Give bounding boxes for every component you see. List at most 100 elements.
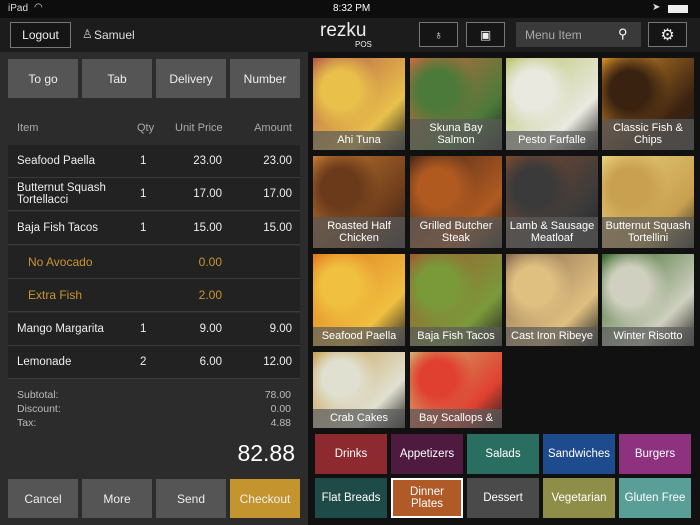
wifi-icon: ◠ [34, 2, 43, 13]
category-vegetarian[interactable]: Vegetarian [543, 478, 615, 518]
menu-item-tile[interactable]: Bay Scallops & [410, 352, 502, 428]
menu-item-label: Bay Scallops & [410, 409, 502, 428]
order-item-unit: 15.00 [193, 222, 222, 234]
menu-item-tile[interactable]: Baja Fish Tacos [410, 254, 502, 346]
menu-item-tile[interactable]: Ahi Tuna [313, 58, 405, 150]
logo-sub: POS [355, 40, 372, 49]
order-row[interactable]: Mango Margarita 1 9.00 9.00 [8, 313, 300, 346]
search-input[interactable]: Menu Item ⚲ [516, 22, 641, 47]
category-gluten-free[interactable]: Gluten Free [619, 478, 691, 518]
clock: 8:32 PM [333, 3, 371, 14]
category-sandwiches[interactable]: Sandwiches [543, 434, 615, 474]
customer-button[interactable]: ♁ [419, 22, 458, 47]
search-placeholder: Menu Item [525, 28, 582, 42]
menu-item-tile[interactable]: Roasted Half Chicken [313, 156, 405, 248]
order-item-name: Mango Margarita [17, 323, 104, 335]
menu-item-label: Crab Cakes [313, 409, 405, 428]
menu-item-label: Skuna Bay Salmon [410, 119, 502, 150]
register-button[interactable]: ▣ [466, 22, 505, 47]
order-item-amount: 23.00 [263, 155, 292, 167]
menu-item-label: Roasted Half Chicken [313, 217, 405, 248]
gear-icon: ⚙ [660, 26, 675, 44]
menu-item-tile[interactable]: Seafood Paella [313, 254, 405, 346]
subtotal-label: Subtotal: [17, 389, 59, 401]
order-row[interactable]: Extra Fish 2.00 [8, 279, 300, 312]
tax-value: 4.88 [270, 417, 291, 429]
order-item-amount: 12.00 [263, 356, 292, 368]
category-burgers[interactable]: Burgers [619, 434, 691, 474]
order-item-name: Seafood Paella [17, 155, 96, 167]
search-icon[interactable]: ⚲ [618, 26, 628, 42]
menu-item-label: Lamb & Sausage Meatloaf [506, 217, 598, 248]
menu-item-label: Butternut Squash Tortellini [602, 217, 694, 248]
checkout-button[interactable]: Checkout [230, 479, 300, 518]
logout-button[interactable]: Logout [10, 22, 71, 48]
number-button[interactable]: Number [230, 59, 300, 98]
order-item-qty: 1 [140, 188, 147, 200]
order-item-unit: 17.00 [193, 188, 222, 200]
order-item-unit: 23.00 [193, 155, 222, 167]
menu-item-label: Seafood Paella [313, 327, 405, 346]
menu-item-label: Baja Fish Tacos [410, 327, 502, 346]
order-item-unit: 0.00 [198, 255, 222, 269]
tax-label: Tax: [17, 417, 37, 429]
menu-item-tile[interactable]: Lamb & Sausage Meatloaf [506, 156, 598, 248]
col-amount: Amount [254, 122, 292, 134]
order-item-qty: 1 [140, 222, 147, 234]
tab-button[interactable]: Tab [82, 59, 152, 98]
order-row[interactable]: Baja Fish Tacos 1 15.00 15.00 [8, 212, 300, 245]
send-button[interactable]: Send [156, 479, 226, 518]
category-drinks[interactable]: Drinks [315, 434, 387, 474]
menu-item-label: Winter Risotto [602, 327, 694, 346]
order-item-amount: 9.00 [269, 323, 292, 335]
total-value: 82.88 [237, 440, 295, 466]
menu-item-label: Ahi Tuna [313, 131, 405, 150]
register-icon: ▣ [479, 27, 492, 42]
cancel-button[interactable]: Cancel [8, 479, 78, 518]
order-item-amount: 15.00 [263, 222, 292, 234]
menu-item-tile[interactable]: Skuna Bay Salmon [410, 58, 502, 150]
order-item-qty: 1 [140, 323, 147, 335]
more-button[interactable]: More [82, 479, 152, 518]
menu-item-tile[interactable]: Butternut Squash Tortellini [602, 156, 694, 248]
menu-item-tile[interactable]: Grilled Butcher Steak [410, 156, 502, 248]
order-item-unit: 9.00 [199, 323, 222, 335]
order-item-name: Baja Fish Tacos [17, 222, 98, 234]
battery-icon [668, 5, 688, 13]
category-appetizers[interactable]: Appetizers [391, 434, 463, 474]
discount-value: 0.00 [270, 403, 291, 415]
order-item-name: No Avocado [28, 255, 93, 269]
menu-item-tile[interactable]: Classic Fish & Chips [602, 58, 694, 150]
device-label: iPad [8, 3, 29, 14]
category-flat-breads[interactable]: Flat Breads [315, 478, 387, 518]
col-qty: Qty [137, 122, 155, 134]
menu-item-label: Classic Fish & Chips [602, 119, 694, 150]
menu-item-tile[interactable]: Cast Iron Ribeye [506, 254, 598, 346]
menu-item-tile[interactable]: Pesto Farfalle [506, 58, 598, 150]
settings-button[interactable]: ⚙ [648, 22, 687, 47]
header: Logout ♙ Samuel rezku POS ♁ ▣ Menu Item … [0, 18, 700, 52]
order-panel: To go Tab Delivery Number Item Qty Unit … [0, 52, 308, 525]
location-icon: ➤ [652, 2, 661, 13]
delivery-button[interactable]: Delivery [156, 59, 226, 98]
order-item-qty: 2 [140, 356, 147, 368]
to-go-button[interactable]: To go [8, 59, 78, 98]
menu-item-tile[interactable]: Crab Cakes [313, 352, 405, 428]
order-item-qty: 1 [140, 155, 147, 167]
order-row[interactable]: Lemonade 2 6.00 12.00 [8, 346, 300, 379]
order-row[interactable]: No Avocado 0.00 [8, 246, 300, 279]
menu-item-label: Grilled Butcher Steak [410, 217, 502, 248]
menu-item-label: Pesto Farfalle [506, 131, 598, 150]
menu-item-tile[interactable]: Winter Risotto [602, 254, 694, 346]
category-salads[interactable]: Salads [467, 434, 539, 474]
order-item-name: Extra Fish [28, 288, 83, 302]
category-dessert[interactable]: Dessert [467, 478, 539, 518]
discount-label: Discount: [17, 403, 61, 415]
subtotal-value: 78.00 [264, 389, 291, 401]
order-item-unit: 6.00 [199, 356, 222, 368]
order-row[interactable]: Seafood Paella 1 23.00 23.00 [8, 145, 300, 178]
order-item-name: Lemonade [17, 356, 72, 368]
order-item-unit: 2.00 [198, 288, 222, 302]
order-row[interactable]: Butternut Squash Tortellacci 1 17.00 17.… [8, 178, 300, 211]
category-dinner-plates[interactable]: Dinner Plates [391, 478, 463, 518]
